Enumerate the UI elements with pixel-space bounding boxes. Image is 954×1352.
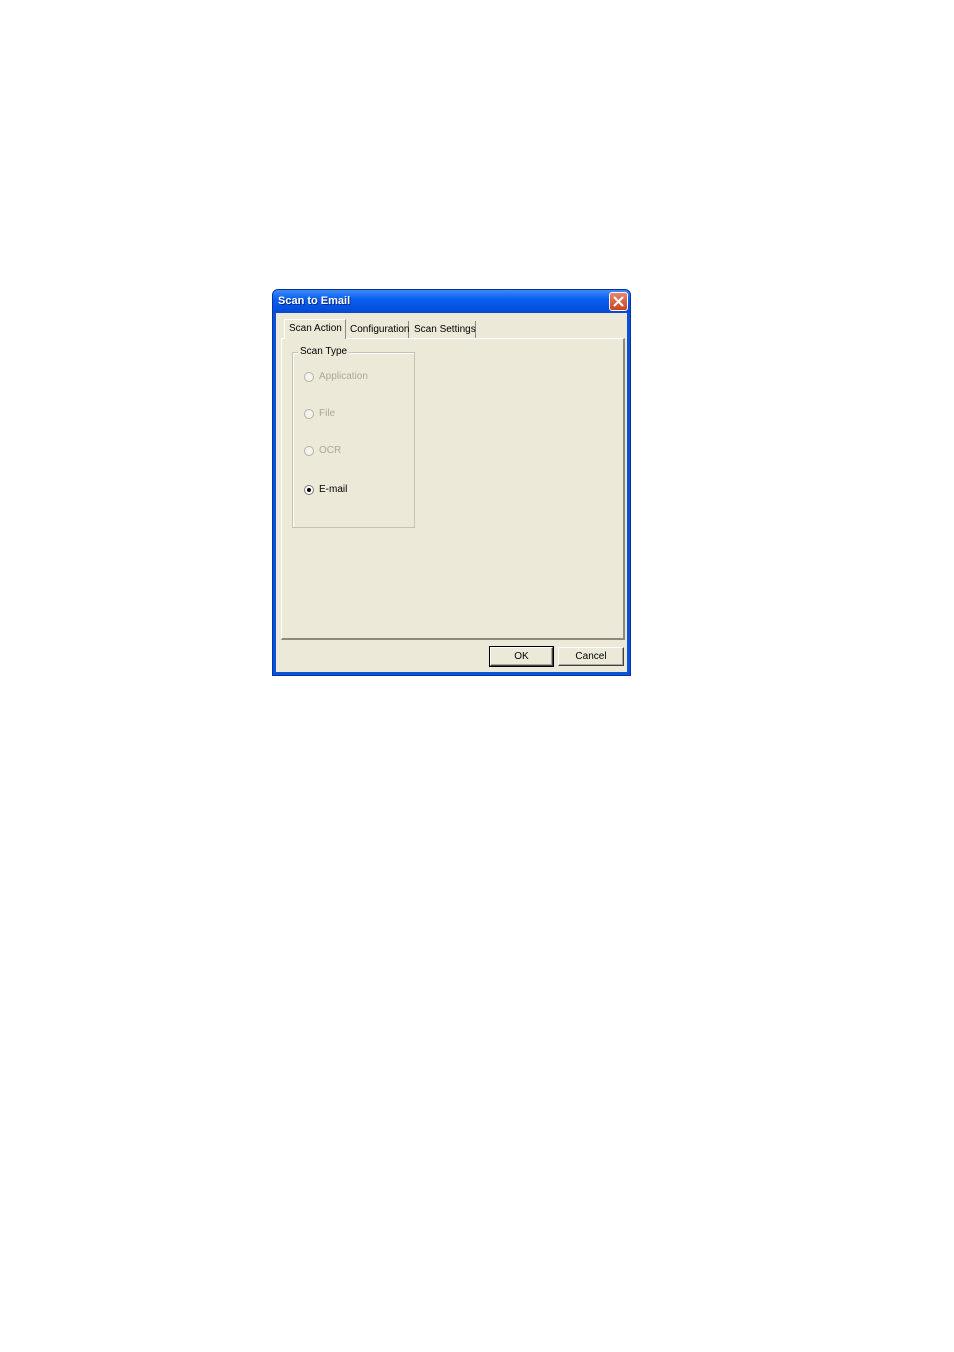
window-title: Scan to Email (278, 295, 351, 307)
radio-circle-icon (304, 408, 314, 419)
radio-application[interactable]: Application (304, 370, 368, 383)
tab-label: Scan Settings (414, 324, 476, 335)
tab-label: Scan Action (289, 323, 342, 334)
close-button[interactable] (609, 292, 628, 311)
close-icon (613, 296, 624, 307)
radio-file[interactable]: File (304, 407, 335, 420)
tab-label: Configuration (350, 324, 410, 335)
cancel-button-label: Cancel (575, 651, 607, 662)
radio-circle-icon (304, 371, 314, 382)
scan-to-email-dialog: Scan to Email Scan Action Configuration … (272, 289, 631, 676)
cancel-button[interactable]: Cancel (558, 647, 624, 666)
radio-label: E-mail (319, 484, 348, 495)
scan-type-group: Scan Type Application File OCR E-mail (292, 346, 415, 528)
ok-button[interactable]: OK (489, 646, 554, 667)
scan-type-group-title: Scan Type (298, 346, 350, 357)
tab-scan-settings[interactable]: Scan Settings (410, 321, 476, 338)
title-bar[interactable]: Scan to Email (273, 290, 630, 313)
radio-label: Application (319, 371, 368, 382)
radio-label: OCR (319, 445, 342, 456)
tab-configuration[interactable]: Configuration (346, 321, 409, 338)
radio-circle-icon (304, 445, 314, 456)
scan-action-panel: Scan Type Application File OCR E-mail (281, 338, 625, 640)
dialog-client-area: Scan Action Configuration Scan Settings … (276, 313, 627, 672)
radio-ocr[interactable]: OCR (304, 444, 341, 457)
radio-selected-icon (304, 484, 314, 495)
radio-label: File (319, 408, 336, 419)
radio-dot (307, 487, 311, 492)
ok-button-label: OK (514, 651, 529, 662)
radio-email[interactable]: E-mail (304, 483, 347, 496)
tab-scan-action[interactable]: Scan Action (284, 319, 346, 339)
